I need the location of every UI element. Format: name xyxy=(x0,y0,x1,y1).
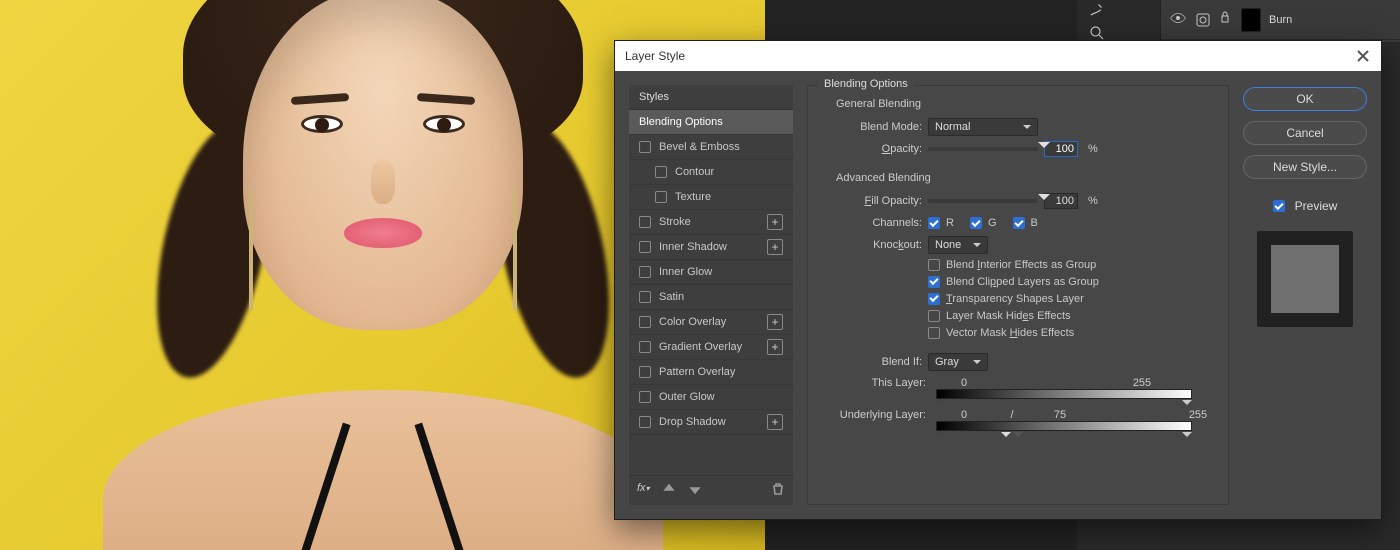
new-style-button[interactable]: New Style... xyxy=(1243,155,1367,179)
style-item-color-overlay[interactable]: Color Overlay + xyxy=(629,310,793,335)
style-item-drop-shadow[interactable]: Drop Shadow + xyxy=(629,410,793,435)
style-item-pattern-overlay[interactable]: Pattern Overlay xyxy=(629,360,793,385)
transparency-shapes-checkbox[interactable] xyxy=(928,293,940,305)
style-item-satin[interactable]: Satin xyxy=(629,285,793,310)
mini-toolbar xyxy=(1080,0,1114,42)
style-item-bevel-emboss[interactable]: Bevel & Emboss xyxy=(629,135,793,160)
underlying-low: 0 xyxy=(944,409,984,421)
move-down-icon[interactable] xyxy=(688,482,702,499)
this-layer-gradient[interactable] xyxy=(936,389,1192,399)
layers-panel: Burn xyxy=(1160,0,1400,42)
gradient-handle-icon[interactable] xyxy=(1182,400,1192,410)
preview-checkbox[interactable] xyxy=(1273,200,1285,212)
general-blending-label: General Blending xyxy=(836,98,1218,110)
layer-name[interactable]: Burn xyxy=(1269,14,1292,26)
move-up-icon[interactable] xyxy=(662,482,676,499)
gradient-handle-icon[interactable] xyxy=(936,432,946,442)
healing-brush-tool-icon[interactable] xyxy=(1085,0,1109,18)
knockout-label: Knockout: xyxy=(818,239,922,251)
checkbox[interactable] xyxy=(639,391,651,403)
opacity-slider[interactable] xyxy=(928,147,1038,151)
opacity-label: Opacity: xyxy=(818,143,922,155)
styles-list-column: Styles Blending Options Bevel & Emboss C… xyxy=(629,85,793,505)
style-item-texture[interactable]: Texture xyxy=(629,185,793,210)
layer-style-dialog: Layer Style Styles Blending Options Beve… xyxy=(614,40,1382,520)
checkbox[interactable] xyxy=(639,341,651,353)
fill-opacity-label: Fill Opacity: xyxy=(818,195,922,207)
checkbox[interactable] xyxy=(639,266,651,278)
blend-interior-checkbox[interactable] xyxy=(928,259,940,271)
portrait-photo xyxy=(153,0,613,550)
layer-thumbnail[interactable] xyxy=(1241,8,1261,32)
fill-opacity-slider[interactable] xyxy=(928,199,1038,203)
blend-mode-select[interactable]: Normal xyxy=(928,118,1038,136)
dialog-title: Layer Style xyxy=(625,49,685,63)
styles-list-header: Styles xyxy=(629,85,793,110)
dialog-titlebar[interactable]: Layer Style xyxy=(615,41,1381,71)
checkbox[interactable] xyxy=(655,191,667,203)
styles-list: Blending Options Bevel & Emboss Contour … xyxy=(629,110,793,475)
vector-mask-hides-checkbox[interactable] xyxy=(928,327,940,339)
gradient-handle-icon[interactable] xyxy=(1013,432,1023,442)
preview-swatch xyxy=(1257,231,1353,327)
style-item-gradient-overlay[interactable]: Gradient Overlay + xyxy=(629,335,793,360)
ok-button[interactable]: OK xyxy=(1243,87,1367,111)
layer-filter-icon[interactable] xyxy=(1195,12,1211,28)
style-item-stroke[interactable]: Stroke + xyxy=(629,210,793,235)
layer-mask-hides-checkbox[interactable] xyxy=(928,310,940,322)
channel-b-checkbox[interactable] xyxy=(1013,217,1025,229)
gradient-handle-icon[interactable] xyxy=(936,400,946,410)
preview-label: Preview xyxy=(1295,199,1338,213)
advanced-blending-label: Advanced Blending xyxy=(836,172,1218,184)
channels-label: Channels: xyxy=(818,217,922,229)
gradient-handle-icon[interactable] xyxy=(1182,432,1192,442)
knockout-select[interactable]: None xyxy=(928,236,988,254)
add-instance-icon[interactable]: + xyxy=(767,314,783,330)
checkbox[interactable] xyxy=(655,166,667,178)
close-icon[interactable] xyxy=(1355,48,1371,64)
blend-clipped-checkbox[interactable] xyxy=(928,276,940,288)
this-layer-high: 255 xyxy=(1122,377,1162,389)
checkbox[interactable] xyxy=(639,366,651,378)
blend-if-select[interactable]: Gray xyxy=(928,353,988,371)
blending-options-panel: Blending Options General Blending Blend … xyxy=(807,85,1229,505)
channel-g-checkbox[interactable] xyxy=(970,217,982,229)
checkbox[interactable] xyxy=(639,291,651,303)
add-instance-icon[interactable]: + xyxy=(767,239,783,255)
this-layer-low: 0 xyxy=(944,377,984,389)
this-layer-label: This Layer: xyxy=(818,377,926,389)
add-instance-icon[interactable]: + xyxy=(767,214,783,230)
underlying-layer-label: Underlying Layer: xyxy=(818,409,926,421)
style-item-contour[interactable]: Contour xyxy=(629,160,793,185)
checkbox[interactable] xyxy=(639,141,651,153)
channel-r-checkbox[interactable] xyxy=(928,217,940,229)
checkbox[interactable] xyxy=(639,216,651,228)
visibility-eye-icon[interactable] xyxy=(1169,12,1187,27)
underlying-layer-gradient[interactable] xyxy=(936,421,1192,431)
section-title: Blending Options xyxy=(818,78,914,90)
layer-row[interactable]: Burn xyxy=(1161,0,1400,40)
checkbox[interactable] xyxy=(639,316,651,328)
underlying-mid: 75 xyxy=(1040,409,1080,421)
checkbox[interactable] xyxy=(639,416,651,428)
underlying-high: 255 xyxy=(1178,409,1218,421)
blend-mode-label: Blend Mode: xyxy=(818,121,922,133)
blend-if-label: Blend If: xyxy=(818,356,922,368)
styles-list-footer: fx▾ xyxy=(629,475,793,505)
fx-menu-icon[interactable]: fx▾ xyxy=(637,482,650,499)
cancel-button[interactable]: Cancel xyxy=(1243,121,1367,145)
checkbox[interactable] xyxy=(639,241,651,253)
style-item-inner-shadow[interactable]: Inner Shadow + xyxy=(629,235,793,260)
add-instance-icon[interactable]: + xyxy=(767,339,783,355)
style-item-blending-options[interactable]: Blending Options xyxy=(629,110,793,135)
layer-link-icon[interactable] xyxy=(1219,10,1233,29)
dialog-buttons: OK Cancel New Style... Preview xyxy=(1243,85,1367,505)
trash-icon[interactable] xyxy=(771,482,785,499)
gradient-handle-icon[interactable] xyxy=(1001,432,1011,442)
style-item-outer-glow[interactable]: Outer Glow xyxy=(629,385,793,410)
style-item-inner-glow[interactable]: Inner Glow xyxy=(629,260,793,285)
add-instance-icon[interactable]: + xyxy=(767,414,783,430)
